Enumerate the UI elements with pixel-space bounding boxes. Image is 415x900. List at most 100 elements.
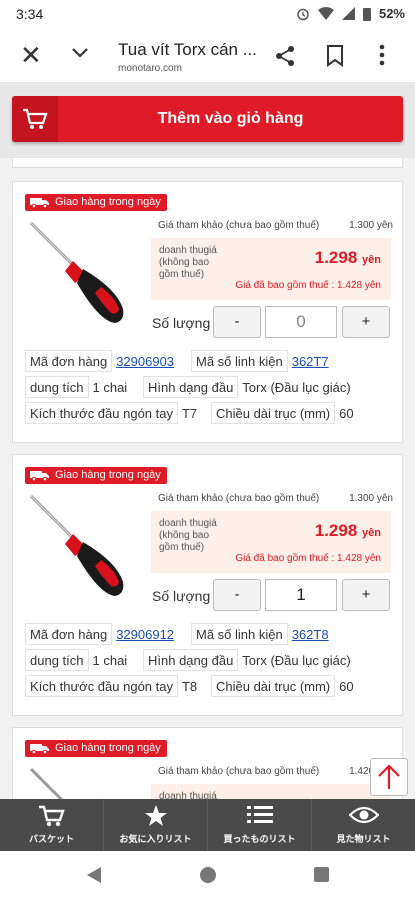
- spec-key: dung tích: [25, 376, 89, 398]
- nav-label: バスケット: [28, 834, 74, 844]
- signal-icon: [341, 7, 355, 20]
- price-box: doanh thugiá (không bao gồm thuế) 1.298 …: [151, 238, 391, 300]
- product-card: Giao hàng trong ngày Giá tham khảo (chưa…: [12, 454, 403, 716]
- badge-label: Giao hàng trong ngày: [55, 742, 161, 754]
- spec-key: Mã đơn hàng: [25, 350, 113, 372]
- add-to-cart-label: Thêm vào giỏ hàng: [157, 110, 304, 127]
- recents-icon[interactable]: [314, 867, 329, 882]
- home-icon[interactable]: [200, 867, 216, 883]
- spec-key: Chiều dài trục (mm): [211, 675, 336, 697]
- spec-key: Mã đơn hàng: [25, 623, 113, 645]
- system-nav: [0, 851, 415, 900]
- quantity-label: Số lượng: [152, 315, 211, 331]
- quantity-increase-button[interactable]: +: [342, 306, 390, 338]
- cart-icon: [12, 96, 58, 142]
- same-day-badge: Giao hàng trong ngày: [25, 740, 167, 757]
- spec-shaft-length: Chiều dài trục (mm) 60: [211, 402, 358, 424]
- nav-viewed[interactable]: 見た物リスト: [312, 799, 415, 851]
- add-to-cart-button[interactable]: Thêm vào giỏ hàng: [12, 96, 403, 142]
- quantity-decrease-button[interactable]: -: [213, 579, 261, 611]
- more-vert-icon[interactable]: [378, 43, 386, 67]
- sale-price-label: doanh thugiá (không bao gồm thuế): [159, 245, 217, 280]
- spec-value: T7: [181, 406, 198, 421]
- reference-price-label: Giá tham khảo (chưa bao gồm thuế): [158, 220, 320, 231]
- spec-value: 60: [339, 679, 354, 694]
- star-icon: [144, 805, 167, 826]
- order-code-link[interactable]: 32906903: [112, 351, 178, 373]
- part-number-link[interactable]: 362T7: [288, 351, 333, 373]
- spec-shaft-length: Chiều dài trục (mm) 60: [211, 675, 358, 697]
- tax-included-price: Giá đã bao gồm thuế : 1.428 yên: [235, 553, 381, 564]
- nav-purchased[interactable]: 買ったものリスト: [208, 799, 312, 851]
- arrow-up-icon: [378, 764, 400, 789]
- truck-icon: [30, 471, 49, 481]
- back-to-top-button[interactable]: [370, 758, 408, 796]
- badge-label: Giao hàng trong ngày: [55, 469, 161, 481]
- reference-price-value: 1.300 yên: [349, 493, 393, 504]
- spec-head-shape: Hình dạng đầu Torx (Đầu lục giác): [143, 649, 355, 671]
- alarm-icon: [297, 8, 309, 20]
- nav-label: お気に入りリスト: [119, 834, 192, 844]
- spec-part-number: Mã số linh kiện 362T7: [191, 350, 333, 372]
- list-icon: [246, 806, 273, 823]
- bottom-nav: バスケット お気に入りリスト 買ったものリスト 見た物リスト: [0, 799, 415, 851]
- quantity-decrease-button[interactable]: -: [213, 306, 261, 338]
- part-number-link[interactable]: 362T8: [288, 624, 333, 646]
- sale-price-value: 1.298: [314, 248, 358, 267]
- share-icon[interactable]: [274, 45, 296, 67]
- spec-key: dung tích: [25, 649, 89, 671]
- spec-capacity: dung tích 1 chai: [25, 649, 131, 671]
- spec-head-shape: Hình dạng đầu Torx (Đầu lục giác): [143, 376, 355, 398]
- reference-price-label: Giá tham khảo (chưa bao gồm thuế): [158, 766, 320, 777]
- spec-value: 1 chai: [92, 380, 128, 395]
- same-day-badge: Giao hàng trong ngày: [25, 194, 167, 211]
- spec-key: Hình dạng đầu: [143, 649, 239, 671]
- chevron-down-icon[interactable]: [70, 43, 90, 63]
- spec-tip-size: Kích thước đầu ngón tay T8: [25, 675, 201, 697]
- wifi-icon: [317, 7, 334, 20]
- nav-basket[interactable]: バスケット: [0, 799, 104, 851]
- nav-label: 見た物リスト: [336, 834, 391, 844]
- spec-key: Kích thước đầu ngón tay: [25, 402, 178, 424]
- spec-value: Torx (Đầu lục giác): [242, 380, 351, 395]
- spec-value: Torx (Đầu lục giác): [242, 653, 351, 668]
- sale-price-label: doanh thugiá (không bao gồm thuế): [159, 518, 217, 553]
- nav-favorites[interactable]: お気に入りリスト: [104, 799, 208, 851]
- cart-icon: [38, 805, 65, 827]
- sale-price-unit: yên: [362, 254, 381, 266]
- order-code-link[interactable]: 32906912: [112, 624, 178, 646]
- battery-level: 52%: [378, 6, 405, 21]
- badge-label: Giao hàng trong ngày: [55, 196, 161, 208]
- back-icon[interactable]: [86, 866, 102, 884]
- page-url: monotaro.com: [118, 63, 182, 74]
- product-card: Giao hàng trong ngày Giá tham khảo (chưa…: [12, 181, 403, 443]
- spec-key: Kích thước đầu ngón tay: [25, 675, 178, 697]
- bookmark-icon[interactable]: [326, 45, 344, 67]
- truck-icon: [30, 744, 49, 754]
- quantity-input[interactable]: 0: [265, 306, 337, 338]
- reference-price-label: Giá tham khảo (chưa bao gồm thuế): [158, 493, 320, 504]
- spec-value: 60: [339, 406, 354, 421]
- eye-icon: [348, 806, 379, 824]
- spec-value: 1 chai: [92, 653, 128, 668]
- spec-order-code: Mã đơn hàng 32906912: [25, 623, 178, 645]
- spec-capacity: dung tích 1 chai: [25, 376, 131, 398]
- sale-price: 1.298 yên: [315, 248, 381, 268]
- status-icons: 52%: [296, 6, 405, 21]
- spec-part-number: Mã số linh kiện 362T8: [191, 623, 333, 645]
- truck-icon: [30, 198, 49, 208]
- product-image[interactable]: [25, 217, 135, 327]
- battery-icon: [362, 7, 371, 21]
- sale-price-unit: yên: [362, 527, 381, 539]
- close-icon[interactable]: ✕: [20, 40, 42, 70]
- add-cart-strip: Thêm vào giỏ hàng: [0, 82, 415, 158]
- quantity-increase-button[interactable]: +: [342, 579, 390, 611]
- status-bar: 3:34 52%: [0, 0, 415, 30]
- spec-key: Hình dạng đầu: [143, 376, 239, 398]
- browser-toolbar: ✕ Tua vít Torx cán ... monotaro.com: [0, 30, 415, 82]
- tax-included-price: Giá đã bao gồm thuế : 1.428 yên: [235, 280, 381, 291]
- quantity-input[interactable]: 1: [265, 579, 337, 611]
- quantity-label: Số lượng: [152, 588, 211, 604]
- spec-value: T8: [181, 679, 198, 694]
- product-image[interactable]: [25, 490, 135, 600]
